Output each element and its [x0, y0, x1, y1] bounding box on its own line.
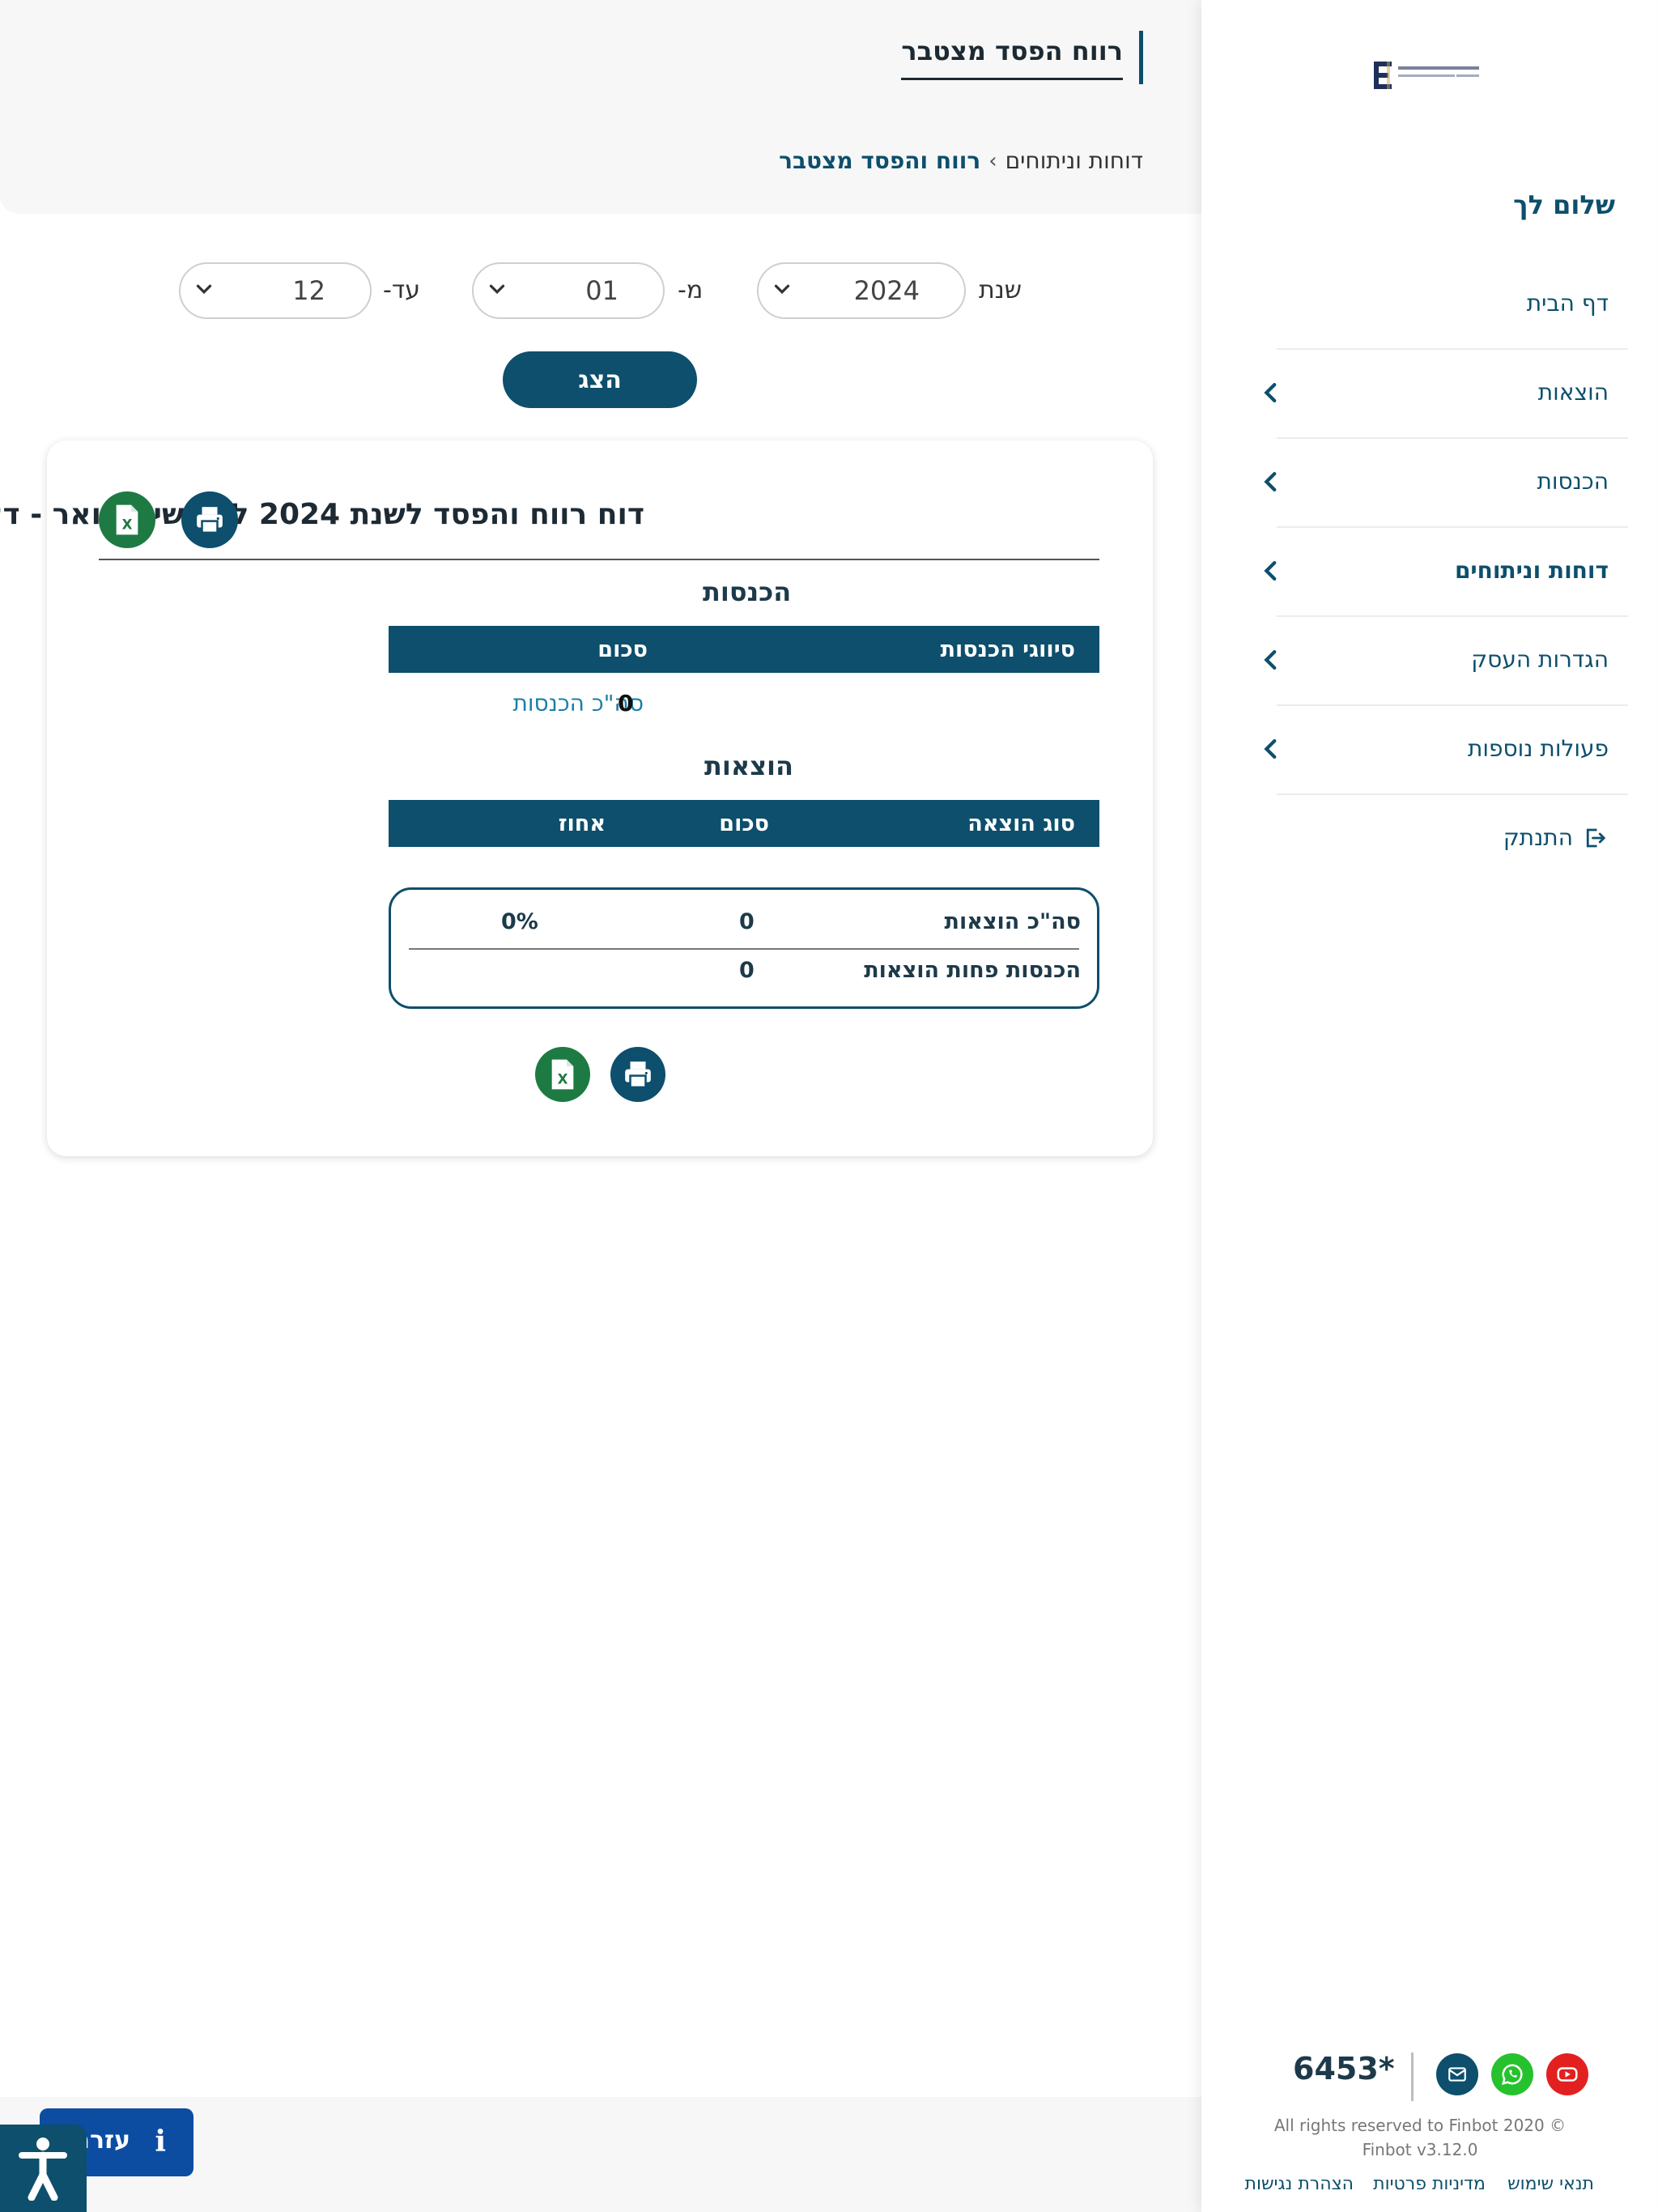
excel-icon: X	[552, 1059, 575, 1090]
total-expenses-label: סה"כ הוצאות	[945, 909, 1082, 934]
income-section-title: הכנסות	[704, 576, 793, 607]
net-label: הכנסות פחות הוצאות	[865, 958, 1082, 983]
phone-number[interactable]: *6453	[1294, 2051, 1396, 2087]
logout-label: התנתק	[1503, 824, 1574, 851]
to-month-select[interactable]: 12	[180, 262, 372, 319]
youtube-icon	[1558, 2067, 1579, 2082]
chevron-left-icon	[1265, 649, 1278, 670]
income-col-category: סיווגי הכנסות	[941, 637, 1076, 662]
expenses-col-amount: סכום	[720, 811, 770, 836]
whatsapp-button[interactable]	[1492, 2053, 1534, 2095]
to-month-value: 12	[293, 275, 326, 306]
whatsapp-icon	[1502, 2064, 1524, 2086]
year-select-value: 2024	[854, 275, 920, 306]
sidebar-item-label: דף הבית	[1527, 290, 1609, 317]
logout-button[interactable]: התנתק	[1504, 824, 1608, 851]
sidebar-item-home[interactable]: דף הבית	[1278, 261, 1629, 350]
logout-icon	[1587, 828, 1607, 847]
footer-link-terms[interactable]: תנאי שימוש	[1508, 2174, 1595, 2194]
sidebar-item-income[interactable]: הכנסות	[1265, 439, 1629, 528]
chevron-left-icon	[1265, 382, 1278, 403]
year-label: שנת	[980, 276, 1022, 304]
printer-icon	[626, 1061, 652, 1089]
chevron-down-icon	[775, 284, 791, 295]
chevron-down-icon	[490, 284, 506, 295]
svg-text:X: X	[123, 517, 134, 533]
title-accent-bar	[1140, 31, 1144, 84]
print-button-bottom[interactable]	[611, 1047, 666, 1102]
year-select[interactable]: 2024	[758, 262, 967, 319]
chevron-down-icon	[197, 284, 213, 295]
sidebar-item-label: הגדרות העסק	[1472, 646, 1609, 673]
expenses-col-type: סוג הוצאה	[968, 811, 1076, 836]
svg-text:X: X	[559, 1072, 569, 1087]
net-value: 0	[740, 958, 755, 983]
chevron-left-icon	[1265, 560, 1278, 581]
copyright-line: All rights reserved to Finbot 2020 ©	[1274, 2116, 1567, 2135]
sidebar-item-expenses[interactable]: הוצאות	[1265, 350, 1629, 439]
chevron-left-icon	[1265, 471, 1278, 492]
from-month-select[interactable]: 01	[473, 262, 665, 319]
breadcrumb-separator: ›	[989, 148, 998, 173]
info-icon: i	[155, 2125, 167, 2159]
excel-icon: X	[117, 504, 139, 535]
income-table-header: סיווגי הכנסות סכום	[389, 626, 1100, 673]
copyright: All rights reserved to Finbot 2020 © Fin…	[1239, 2113, 1603, 2162]
breadcrumb-current: רווח והפסד מצטבר	[780, 147, 982, 174]
income-col-amount: סכום	[598, 637, 648, 662]
greeting: שלום לך	[1514, 189, 1616, 220]
to-label: עד-	[384, 276, 421, 304]
sidebar-item-label: הכנסות	[1537, 468, 1609, 495]
summary-box: סה"כ הוצאות 0 0% הכנסות פחות הוצאות 0	[389, 887, 1100, 1009]
main-content: רווח הפסד מצטבר דוחות וניתוחים › רווח וה…	[0, 0, 1202, 2212]
printer-icon	[198, 507, 223, 534]
mail-icon	[1449, 2067, 1467, 2082]
expenses-table-header: סוג הוצאה סכום אחוז	[389, 800, 1100, 847]
breadcrumb: דוחות וניתוחים › רווח והפסד מצטבר	[780, 147, 1144, 174]
income-total-value: 0	[619, 690, 635, 717]
print-button[interactable]	[182, 491, 239, 548]
sidebar-item-label: פעולות נוספות	[1468, 735, 1609, 762]
accessibility-icon	[19, 2138, 68, 2201]
sidebar-item-more-actions[interactable]: פעולות נוספות	[1265, 706, 1629, 795]
summary-divider	[410, 948, 1080, 950]
sidebar-item-business-settings[interactable]: הגדרות העסק	[1265, 617, 1629, 706]
chevron-left-icon	[1265, 738, 1278, 759]
footer-link-accessibility[interactable]: הצהרת נגישות	[1245, 2174, 1354, 2194]
accessibility-button[interactable]	[0, 2125, 87, 2212]
breadcrumb-parent[interactable]: דוחות וניתוחים	[1006, 147, 1144, 174]
page-title: רווח הפסד מצטבר	[902, 36, 1124, 80]
report-divider	[100, 559, 1100, 560]
expenses-section-title: הוצאות	[705, 751, 794, 781]
sidebar-item-label: הוצאות	[1538, 379, 1609, 406]
brand-logo	[1375, 62, 1480, 89]
page-header	[0, 0, 1202, 214]
footer-link-privacy[interactable]: מדיניות פרטיות	[1374, 2174, 1486, 2194]
report-title: דוח רווח והפסד לשנת 2024 לחודשים ינואר -…	[0, 498, 645, 531]
sidebar-item-label: דוחות וניתוחים	[1455, 557, 1609, 584]
show-button[interactable]: הצג	[504, 351, 698, 408]
export-excel-button-bottom[interactable]: X	[536, 1047, 591, 1102]
from-month-value: 01	[586, 275, 619, 306]
from-label: מ-	[678, 276, 704, 304]
sidebar-item-reports[interactable]: דוחות וניתוחים	[1265, 528, 1629, 617]
export-excel-button[interactable]: X	[100, 491, 156, 548]
expenses-col-percent: אחוז	[559, 811, 606, 836]
email-button[interactable]	[1437, 2053, 1479, 2095]
version-line: Finbot v3.12.0	[1363, 2140, 1479, 2159]
contact-divider	[1412, 2052, 1414, 2101]
total-expenses-value: 0	[740, 909, 755, 934]
total-expenses-percent: 0%	[502, 909, 539, 934]
youtube-button[interactable]	[1547, 2053, 1589, 2095]
